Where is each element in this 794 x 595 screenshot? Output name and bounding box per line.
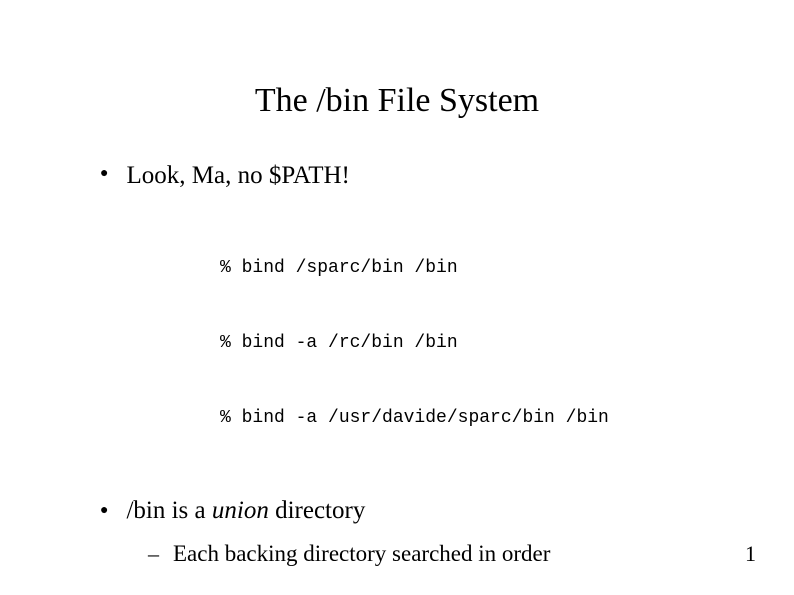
dash-marker-icon: – <box>148 539 159 569</box>
sub-bullet-text-1: Each backing directory searched in order <box>173 539 550 569</box>
bullet-text-2: /bin is a union directory <box>126 497 365 525</box>
bullet2-italic: union <box>212 497 269 524</box>
bullet-marker-icon: ● <box>100 160 108 188</box>
slide-content: ● Look, Ma, no $PATH! % bind /sparc/bin … <box>0 160 794 569</box>
page-number: 1 <box>745 541 756 567</box>
code-line-3: % bind -a /usr/davide/sparc/bin /bin <box>220 406 734 431</box>
slide-container: The /bin File System ● Look, Ma, no $PAT… <box>0 0 794 595</box>
code-line-1: % bind /sparc/bin /bin <box>220 256 734 281</box>
bullet-marker-icon: ● <box>100 497 108 525</box>
bullet2-part1: /bin is a <box>126 497 211 524</box>
bullet-item-1: ● Look, Ma, no $PATH! <box>100 160 734 192</box>
bullet-text-1: Look, Ma, no $PATH! <box>126 160 349 192</box>
code-block: % bind /sparc/bin /bin % bind -a /rc/bin… <box>100 206 734 481</box>
bullet-item-2: ● /bin is a union directory <box>100 497 734 525</box>
sub-bullet-item-1: – Each backing directory searched in ord… <box>100 539 734 569</box>
code-line-2: % bind -a /rc/bin /bin <box>220 331 734 356</box>
slide-title: The /bin File System <box>0 0 794 160</box>
bullet2-part2: directory <box>269 497 365 524</box>
